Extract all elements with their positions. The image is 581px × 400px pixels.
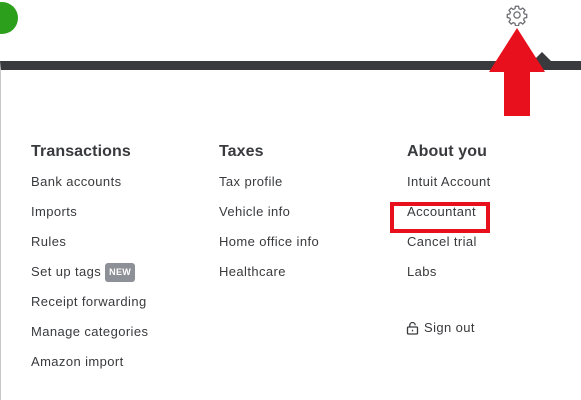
menu-item-healthcare[interactable]: Healthcare xyxy=(219,263,319,293)
menu-item-vehicle-info[interactable]: Vehicle info xyxy=(219,203,319,233)
menu-item-manage-categories[interactable]: Manage categories xyxy=(31,323,148,353)
column-heading: About you xyxy=(407,143,487,160)
column-heading: Transactions xyxy=(31,143,131,160)
menu-item-tax-profile[interactable]: Tax profile xyxy=(219,173,319,203)
accountant-highlight-box xyxy=(390,202,490,233)
menu-item-home-office-info[interactable]: Home office info xyxy=(219,233,319,263)
lock-icon xyxy=(406,321,419,335)
menu-item-imports[interactable]: Imports xyxy=(31,203,148,233)
taxes-column: Taxes Tax profile Vehicle info Home offi… xyxy=(219,143,319,293)
menu-item-rules[interactable]: Rules xyxy=(31,233,148,263)
menu-item-bank-accounts[interactable]: Bank accounts xyxy=(31,173,148,203)
red-up-arrow-annotation xyxy=(489,28,545,116)
transactions-column: Transactions Bank accounts Imports Rules… xyxy=(31,143,148,383)
status-dot xyxy=(0,2,18,34)
gear-icon[interactable] xyxy=(506,4,528,26)
sign-out-link[interactable]: Sign out xyxy=(406,320,475,335)
column-heading: Taxes xyxy=(219,143,264,160)
menu-item-cancel-trial[interactable]: Cancel trial xyxy=(407,233,491,263)
menu-item-receipt-forwarding[interactable]: Receipt forwarding xyxy=(31,293,148,323)
menu-item-set-up-tags[interactable]: Set up tags NEW xyxy=(31,263,148,293)
menu-item-amazon-import[interactable]: Amazon import xyxy=(31,353,148,383)
sign-out-label: Sign out xyxy=(424,320,475,335)
menu-item-intuit-account[interactable]: Intuit Account xyxy=(407,173,491,203)
menu-item-labs[interactable]: Labs xyxy=(407,263,491,293)
new-badge: NEW xyxy=(105,263,136,282)
